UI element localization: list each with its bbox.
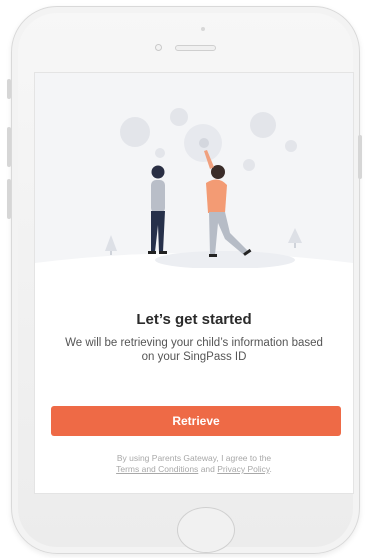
privacy-link[interactable]: Privacy Policy xyxy=(217,464,269,474)
power-button xyxy=(358,135,362,179)
home-button[interactable] xyxy=(177,507,235,553)
page-title: Let’s get started xyxy=(136,311,252,328)
earpiece-speaker xyxy=(175,45,216,51)
mute-switch xyxy=(7,79,11,99)
volume-down-button xyxy=(7,179,11,219)
welcome-illustration xyxy=(35,73,353,268)
app-screen: Let’s get started We will be retrieving … xyxy=(34,72,354,494)
proximity-sensor xyxy=(201,27,205,31)
volume-up-button xyxy=(7,127,11,167)
front-camera xyxy=(155,44,162,51)
disclaimer-conjunction: and xyxy=(200,464,215,474)
page-subtitle: We will be retrieving your child’s infor… xyxy=(65,337,323,363)
disclaimer-prefix: By using Parents Gateway, I agree to the xyxy=(116,453,272,463)
terms-link[interactable]: Terms and Conditions xyxy=(116,464,198,474)
retrieve-button[interactable]: Retrieve xyxy=(51,406,341,436)
terms-disclaimer: By using Parents Gateway, I agree to the… xyxy=(69,453,319,475)
disclaimer-suffix: . xyxy=(269,464,272,474)
